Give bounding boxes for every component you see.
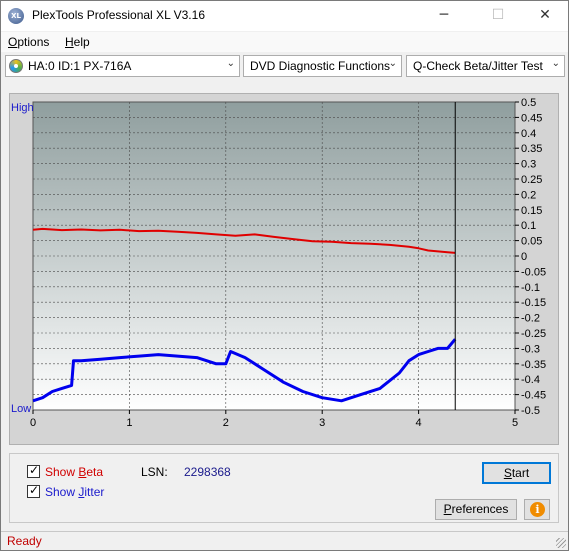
menu-help-label: elp: [73, 35, 90, 49]
y-tick-label: 0.2: [521, 189, 536, 201]
info-button[interactable]: i: [524, 499, 550, 520]
preferences-button[interactable]: Preferences: [435, 499, 517, 520]
y-tick-label: 0.3: [521, 159, 536, 171]
start-label: tart: [511, 466, 530, 480]
x-tick-label: 4: [416, 417, 422, 429]
y-tick-label: 0.35: [521, 143, 542, 155]
show-jitter-prefix: Show: [45, 485, 79, 499]
test-select-value: Q-Check Beta/Jitter Test: [413, 59, 543, 73]
beta-jitter-chart: 0.5 0.45 0.4 0.35 0.3 0.25 0.2 0.15 0.1 0.05 0 -0.0…: [11, 97, 546, 429]
close-button[interactable]: ✕: [522, 1, 568, 31]
drive-select-value: HA:0 ID:1 PX-716A: [28, 59, 132, 73]
y-tick-label: 0.5: [521, 97, 536, 109]
maximize-button[interactable]: ☐: [475, 1, 521, 31]
y-tick-label: -0.1: [521, 282, 540, 294]
lsn-label: LSN:: [141, 465, 168, 479]
preferences-label: references: [451, 502, 509, 516]
show-jitter-rest: itter: [84, 485, 105, 499]
menu-help-accel: H: [65, 35, 74, 49]
chevron-down-icon: ⌄: [551, 58, 560, 69]
drive-select[interactable]: HA:0 ID:1 PX-716A ⌄: [5, 55, 240, 77]
y-tick-label: 0.4: [521, 128, 536, 140]
app-window: XL PlexTools Professional XL V3.16 ─ ☐ ✕…: [0, 0, 569, 551]
start-accel: S: [503, 466, 512, 480]
axis-label-high: High: [11, 102, 34, 114]
y-tick-label: -0.35: [521, 359, 546, 371]
show-beta-prefix: Show: [45, 465, 79, 479]
show-beta-label[interactable]: Show Beta: [45, 465, 103, 479]
resize-grip-icon[interactable]: [556, 538, 566, 548]
y-tick-label: -0.15: [521, 297, 546, 309]
info-icon: i: [530, 502, 545, 517]
y-tick-label: -0.5: [521, 405, 540, 417]
y-tick-label: 0.05: [521, 236, 542, 248]
menu-options[interactable]: Options: [8, 35, 49, 49]
show-beta-checkbox[interactable]: [27, 463, 40, 478]
y-tick-label: -0.2: [521, 313, 540, 325]
chevron-down-icon: ⌄: [226, 58, 235, 69]
title-bar[interactable]: XL PlexTools Professional XL V3.16 ─ ☐ ✕: [1, 1, 568, 31]
axis-label-low: Low: [11, 403, 31, 415]
grid-lines: [33, 102, 515, 410]
y-tick-label: 0.45: [521, 112, 542, 124]
menu-bar: Options Help: [1, 32, 568, 52]
y-tick-label: -0.25: [521, 328, 546, 340]
y-tick-label: 0.15: [521, 205, 542, 217]
show-beta-rest: eta: [86, 465, 104, 479]
show-jitter-checkbox[interactable]: [27, 483, 40, 498]
preferences-accel: P: [443, 502, 452, 516]
x-tick-label: 3: [319, 417, 325, 429]
y-tick-label: -0.45: [521, 390, 546, 402]
y-tick-label: -0.4: [521, 374, 540, 386]
controls-panel: Show Beta Show Jitter LSN: 2298368 Start…: [9, 453, 559, 523]
window-title: PlexTools Professional XL V3.16: [32, 8, 205, 22]
graph-panel: 0.5 0.45 0.4 0.35 0.3 0.25 0.2 0.15 0.1 0.05 0 -0.0…: [9, 93, 559, 445]
menu-options-accel: O: [8, 35, 18, 49]
y-tick-label: -0.05: [521, 266, 546, 278]
start-button[interactable]: Start: [482, 462, 551, 484]
x-tick-label: 0: [30, 417, 36, 429]
menu-options-label: ptions: [17, 35, 50, 49]
x-tick-label: 5: [512, 417, 518, 429]
function-select[interactable]: DVD Diagnostic Functions ⌄: [243, 55, 402, 77]
x-axis-ticks: 0 1 2 3 4 5: [30, 410, 518, 429]
right-axis-ticks: 0.5 0.45 0.4 0.35 0.3 0.25 0.2 0.15 0.1 0.05 0 -0.0…: [515, 97, 546, 417]
menu-help[interactable]: Help: [65, 35, 90, 49]
test-select[interactable]: Q-Check Beta/Jitter Test ⌄: [406, 55, 565, 77]
chevron-down-icon: ⌄: [388, 58, 397, 69]
y-tick-label: 0: [521, 251, 527, 263]
y-tick-label: 0.1: [521, 220, 536, 232]
show-jitter-label[interactable]: Show Jitter: [45, 485, 104, 499]
x-tick-label: 2: [223, 417, 229, 429]
y-tick-label: 0.25: [521, 174, 542, 186]
status-text: Ready: [7, 534, 42, 548]
plextools-app-icon: XL: [8, 8, 24, 24]
function-select-value: DVD Diagnostic Functions: [250, 59, 391, 73]
minimize-button[interactable]: ─: [421, 1, 467, 31]
y-tick-label: -0.3: [521, 343, 540, 355]
disc-drive-icon: [9, 59, 23, 73]
lsn-value: 2298368: [184, 465, 231, 479]
x-tick-label: 1: [126, 417, 132, 429]
status-bar: Ready: [1, 531, 568, 550]
